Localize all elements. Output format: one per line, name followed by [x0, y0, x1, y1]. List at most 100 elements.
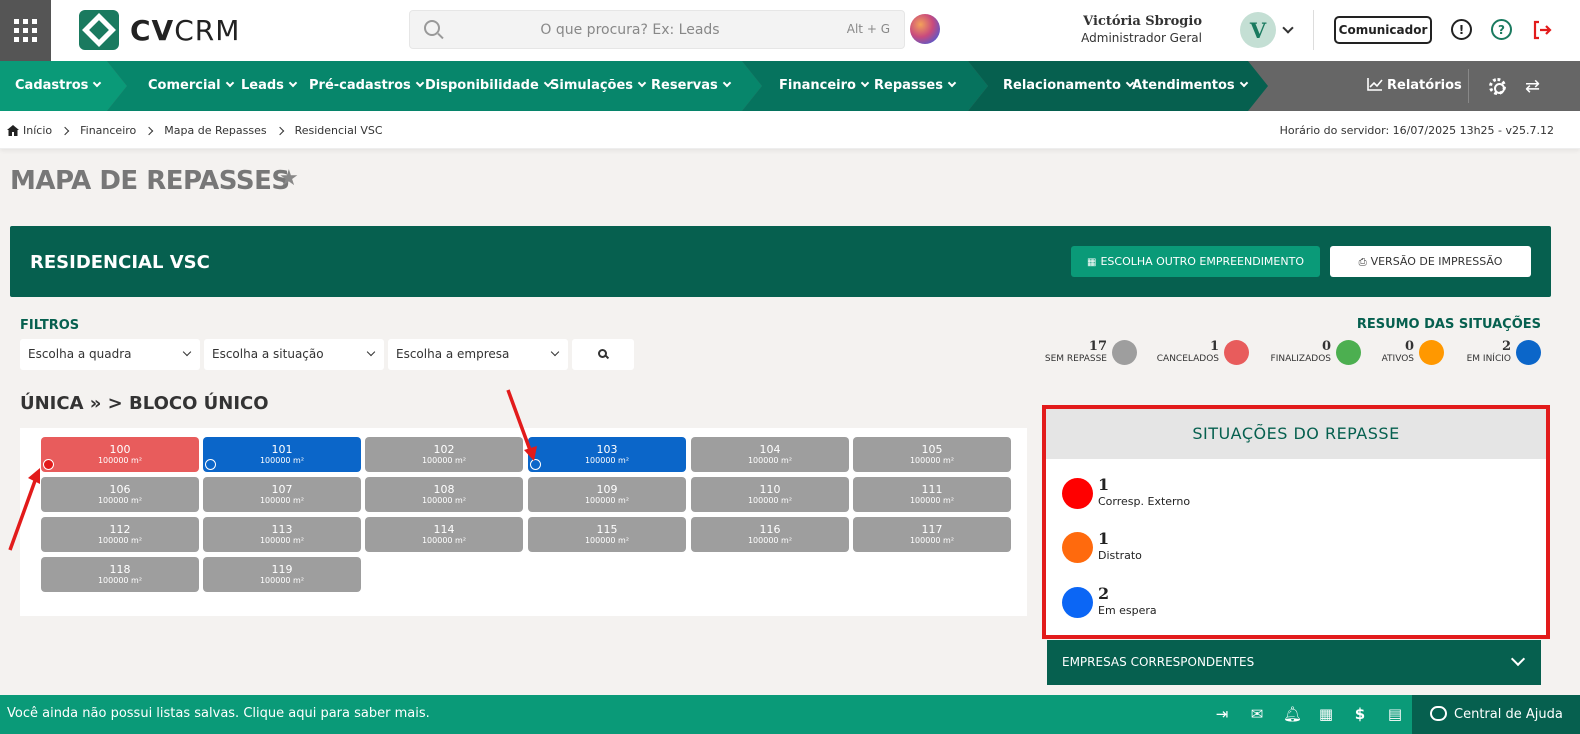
summary-item: 2 EM INÍCIO: [1421, 339, 1541, 367]
unit-103[interactable]: 103 100000 m²: [528, 437, 686, 472]
user-name: Victória Sbrogio: [1083, 14, 1202, 29]
saved-lists-message[interactable]: Você ainda não possui listas salvas. Cli…: [7, 706, 430, 721]
breadcrumb-item-mapa[interactable]: Mapa de Repasses: [164, 124, 266, 137]
summary-label: RESUMO DAS SITUAÇÕES: [1356, 317, 1541, 332]
nav-item-simulacoes[interactable]: Simulações: [550, 61, 647, 111]
nav-item-cadastros[interactable]: Cadastros: [15, 61, 102, 111]
bell-icon[interactable]: 🔔︎: [1283, 705, 1302, 723]
choose-venture-button[interactable]: ▦ ESCOLHA OUTRO EMPREENDIMENTO: [1071, 246, 1320, 277]
unit-number: 102: [433, 443, 455, 456]
summary-count: 0: [1404, 339, 1414, 354]
summary-label-text: EM INÍCIO: [1466, 354, 1511, 364]
comunicador-button[interactable]: Comunicador: [1334, 16, 1432, 44]
nav-item-pre-cadastros[interactable]: Pré-cadastros: [309, 61, 424, 111]
unit-102[interactable]: 102 100000 m²: [365, 437, 523, 472]
settings-gear-icon[interactable]: [1489, 78, 1506, 95]
nav-item-comercial[interactable]: Comercial: [148, 61, 234, 111]
unit-112[interactable]: 112 100000 m²: [41, 517, 199, 552]
unit-113[interactable]: 113 100000 m²: [203, 517, 361, 552]
search-icon: [598, 349, 607, 358]
unit-area: 100000 m²: [747, 536, 793, 545]
info-icon[interactable]: !: [1451, 19, 1472, 40]
breadcrumb-separator-icon: [275, 126, 284, 135]
empresa-select[interactable]: Escolha a empresa: [388, 339, 568, 370]
unit-109[interactable]: 109 100000 m²: [528, 477, 686, 512]
home-icon: [7, 125, 19, 136]
unit-110[interactable]: 110 100000 m²: [691, 477, 849, 512]
unit-116[interactable]: 116 100000 m²: [691, 517, 849, 552]
situations-panel: SITUAÇÕES DO REPASSE 1 Corresp. Externo 1 D…: [1042, 405, 1550, 639]
unit-area: 100000 m²: [259, 576, 305, 585]
quadra-select[interactable]: Escolha a quadra: [20, 339, 200, 370]
nav-item-atendimentos[interactable]: Atendimentos: [1132, 61, 1248, 111]
server-time: Horário do servidor: 16/07/2025 13h25 - …: [1279, 124, 1554, 137]
nav-item-relatorios[interactable]: Relatórios: [1367, 61, 1462, 111]
user-menu-chevron-icon[interactable]: [1282, 22, 1294, 34]
unit-119[interactable]: 119 100000 m²: [203, 557, 361, 592]
unit-115[interactable]: 115 100000 m²: [528, 517, 686, 552]
summary-item: 17 SEM REPASSE: [1017, 339, 1137, 367]
nav-divider: [1468, 69, 1469, 103]
filter-search-button[interactable]: [572, 339, 634, 370]
user-info[interactable]: Victória Sbrogio Administrador Geral: [1081, 14, 1202, 45]
mail-star-icon[interactable]: ✉: [1248, 705, 1266, 723]
empresas-correspondentes-toggle[interactable]: EMPRESAS CORRESPONDENTES: [1047, 640, 1541, 685]
nav-item-disponibilidade[interactable]: Disponibilidade: [425, 61, 553, 111]
situacao-select[interactable]: Escolha a situação: [204, 339, 384, 370]
help-center-button[interactable]: Central de Ajuda: [1412, 695, 1580, 734]
unit-number: 115: [596, 523, 618, 536]
dollar-icon[interactable]: $: [1351, 705, 1369, 723]
nav-item-relacionamento[interactable]: Relacionamento: [1003, 61, 1135, 111]
unit-area: 100000 m²: [584, 536, 630, 545]
unit-106[interactable]: 106 100000 m²: [41, 477, 199, 512]
summary-label-text: SEM REPASSE: [1044, 354, 1107, 364]
unit-100[interactable]: 100 100000 m²: [41, 437, 199, 472]
venture-name: RESIDENCIAL VSC: [30, 252, 210, 273]
unit-101[interactable]: 101 100000 m²: [203, 437, 361, 472]
unit-area: 100000 m²: [259, 536, 305, 545]
chevron-down-icon: [366, 347, 376, 357]
breadcrumb-separator-icon: [145, 126, 154, 135]
breadcrumb-separator-icon: [60, 126, 70, 135]
user-role: Administrador Geral: [1081, 31, 1202, 45]
logo[interactable]: CVCRM: [79, 10, 240, 50]
breadcrumb-item-financeiro[interactable]: Financeiro: [80, 124, 136, 137]
ai-assistant-icon[interactable]: [910, 14, 940, 44]
unit-111[interactable]: 111 100000 m²: [853, 477, 1011, 512]
unit-number: 101: [271, 443, 293, 456]
page-title: MAPA DE REPASSES: [10, 166, 290, 196]
apps-menu-button[interactable]: [0, 0, 51, 61]
unit-114[interactable]: 114 100000 m²: [365, 517, 523, 552]
avatar[interactable]: V: [1240, 12, 1276, 48]
unit-117[interactable]: 117 100000 m²: [853, 517, 1011, 552]
unit-107[interactable]: 107 100000 m²: [203, 477, 361, 512]
unit-number: 111: [921, 483, 943, 496]
unit-area: 100000 m²: [259, 456, 305, 465]
breadcrumb-item-inicio[interactable]: Início: [23, 124, 52, 137]
logout-icon[interactable]: [1530, 18, 1554, 42]
calculator-icon[interactable]: ▤: [1386, 705, 1404, 723]
chat-icon: [1430, 706, 1447, 721]
nav-item-repasses[interactable]: Repasses: [874, 61, 957, 111]
help-icon[interactable]: ?: [1491, 19, 1512, 40]
unit-number: 108: [433, 483, 455, 496]
search-input[interactable]: [450, 11, 810, 48]
nav-item-financeiro[interactable]: Financeiro: [779, 61, 870, 111]
unit-105[interactable]: 105 100000 m²: [853, 437, 1011, 472]
favorite-star-icon[interactable]: ★: [279, 166, 299, 191]
nav-item-reservas[interactable]: Reservas: [651, 61, 732, 111]
print-version-button[interactable]: ⎙ VERSÃO DE IMPRESSÃO: [1330, 246, 1531, 277]
search-icon: [424, 20, 440, 36]
unit-108[interactable]: 108 100000 m²: [365, 477, 523, 512]
swap-arrows-icon[interactable]: ⇄: [1525, 76, 1540, 97]
nav-item-leads[interactable]: Leads: [241, 61, 298, 111]
situation-item: 2 Em espera: [1062, 584, 1462, 624]
unit-number: 103: [596, 443, 618, 456]
breadcrumb-bar: Início Financeiro Mapa de Repasses Resid…: [0, 111, 1580, 149]
unit-104[interactable]: 104 100000 m²: [691, 437, 849, 472]
calendar-icon[interactable]: ▦: [1317, 705, 1335, 723]
unit-118[interactable]: 118 100000 m²: [41, 557, 199, 592]
venture-header: RESIDENCIAL VSC ▦ ESCOLHA OUTRO EMPREENDI…: [10, 226, 1551, 297]
chart-icon: [1367, 78, 1383, 91]
collapse-arrow-icon[interactable]: ⇥: [1213, 705, 1231, 723]
